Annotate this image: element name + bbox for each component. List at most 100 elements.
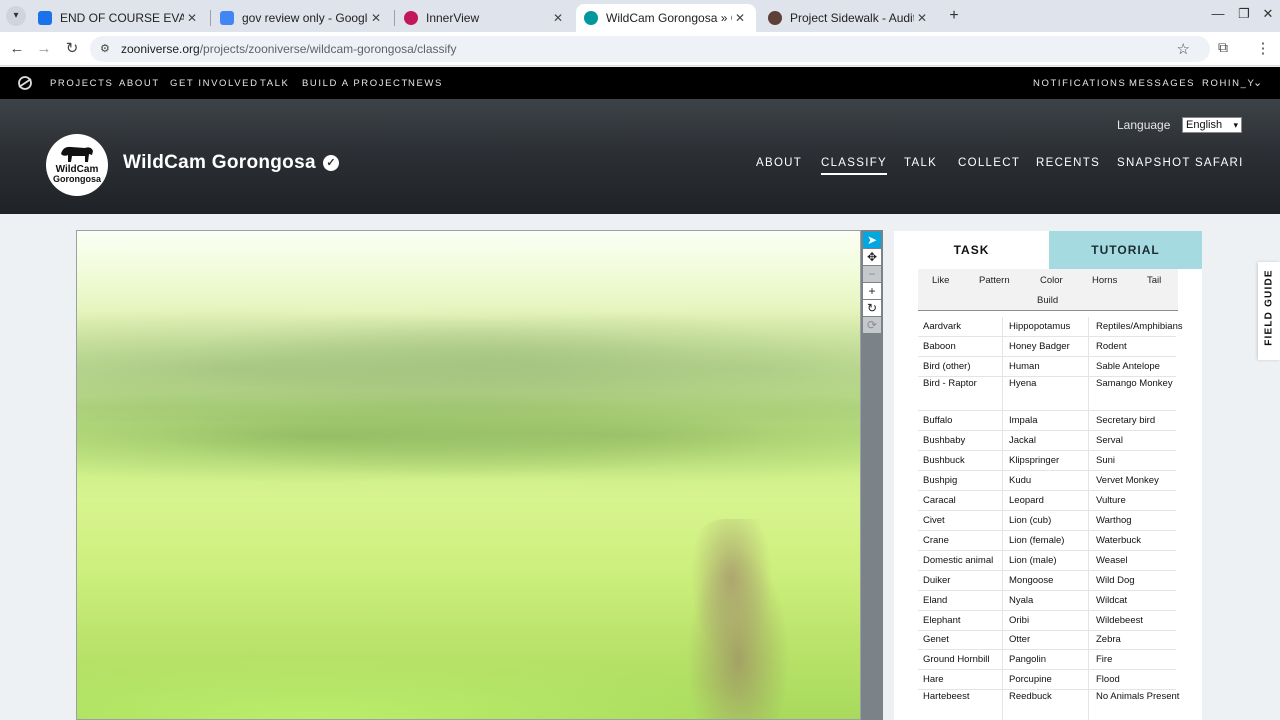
- species-option[interactable]: Zebra: [1096, 633, 1186, 647]
- back-icon[interactable]: ←: [7, 39, 27, 59]
- species-option[interactable]: Hippopotamus: [1009, 320, 1091, 334]
- forward-icon[interactable]: →: [34, 39, 54, 59]
- chevron-down-icon[interactable]: ⌄: [1253, 76, 1264, 89]
- reload-icon[interactable]: ↻: [62, 39, 82, 59]
- filter-horns[interactable]: Horns: [1092, 275, 1117, 286]
- species-option[interactable]: Wildebeest: [1096, 614, 1186, 628]
- species-option[interactable]: Baboon: [923, 340, 1005, 354]
- species-option[interactable]: Otter: [1009, 633, 1091, 647]
- species-option[interactable]: Bushbuck: [923, 454, 1005, 468]
- species-option[interactable]: Sable Antelope: [1096, 360, 1186, 374]
- minimize-icon[interactable]: —: [1208, 6, 1228, 21]
- project-nav-recents[interactable]: RECENTS: [1036, 157, 1100, 169]
- nav-about[interactable]: ABOUT: [119, 78, 160, 89]
- species-option[interactable]: Warthog: [1096, 514, 1186, 528]
- extensions-icon[interactable]: ⧉: [1213, 39, 1233, 56]
- language-select[interactable]: English ▾: [1182, 117, 1242, 133]
- browser-tab-innerview[interactable]: InnerView ✕: [396, 4, 574, 32]
- species-option[interactable]: Impala: [1009, 414, 1091, 428]
- user-menu[interactable]: ROHIN_Y: [1202, 78, 1255, 89]
- species-option[interactable]: Wild Dog: [1096, 574, 1186, 588]
- species-option[interactable]: Bushbaby: [923, 434, 1005, 448]
- species-option[interactable]: No Animals Present: [1096, 690, 1186, 704]
- filter-like[interactable]: Like: [932, 275, 949, 286]
- species-option[interactable]: Mongoose: [1009, 574, 1091, 588]
- species-option[interactable]: Bird - Raptor: [923, 377, 1005, 391]
- species-option[interactable]: Flood: [1096, 673, 1186, 687]
- species-option[interactable]: Oribi: [1009, 614, 1091, 628]
- species-option[interactable]: Klipspringer: [1009, 454, 1091, 468]
- nav-projects[interactable]: PROJECTS: [50, 78, 113, 89]
- project-nav-classify[interactable]: CLASSIFY: [821, 157, 888, 175]
- pointer-icon[interactable]: ➤: [863, 232, 881, 248]
- browser-tab-google-docs[interactable]: gov review only - Google Docs ✕: [212, 4, 392, 32]
- species-option[interactable]: Rodent: [1096, 340, 1186, 354]
- tab-task[interactable]: TASK: [894, 231, 1049, 269]
- species-option[interactable]: Vulture: [1096, 494, 1186, 508]
- nav-build-a-project[interactable]: BUILD A PROJECT: [302, 78, 409, 89]
- zoom-in-icon[interactable]: +: [863, 283, 881, 299]
- species-option[interactable]: Domestic animal: [923, 554, 1005, 568]
- species-option[interactable]: Reptiles/Amphibians: [1096, 320, 1186, 334]
- nav-news[interactable]: NEWS: [408, 78, 443, 89]
- species-option[interactable]: Caracal: [923, 494, 1005, 508]
- species-option[interactable]: Bushpig: [923, 474, 1005, 488]
- close-icon[interactable]: ✕: [914, 11, 930, 25]
- species-option[interactable]: Nyala: [1009, 594, 1091, 608]
- species-option[interactable]: Weasel: [1096, 554, 1186, 568]
- site-settings-icon[interactable]: ⚙: [100, 42, 114, 56]
- species-option[interactable]: Civet: [923, 514, 1005, 528]
- browser-tab-course-eval[interactable]: END OF COURSE EVAL ✕: [30, 4, 208, 32]
- species-option[interactable]: Hyena: [1009, 377, 1091, 391]
- zoom-out-icon[interactable]: −: [863, 266, 881, 282]
- species-option[interactable]: Secretary bird: [1096, 414, 1186, 428]
- browser-tab-sidewalk[interactable]: Project Sidewalk - Audit ✕: [760, 4, 938, 32]
- species-option[interactable]: Eland: [923, 594, 1005, 608]
- filter-build[interactable]: Build: [1037, 295, 1058, 306]
- species-option[interactable]: Wildcat: [1096, 594, 1186, 608]
- species-option[interactable]: Genet: [923, 633, 1005, 647]
- project-nav-collect[interactable]: COLLECT: [958, 157, 1020, 169]
- species-option[interactable]: Vervet Monkey: [1096, 474, 1186, 488]
- species-option[interactable]: Buffalo: [923, 414, 1005, 428]
- rotate-icon[interactable]: ↻: [863, 300, 881, 316]
- species-option[interactable]: Lion (male): [1009, 554, 1091, 568]
- species-option[interactable]: Hare: [923, 673, 1005, 687]
- species-option[interactable]: Jackal: [1009, 434, 1091, 448]
- species-option[interactable]: Honey Badger: [1009, 340, 1091, 354]
- project-nav-talk[interactable]: TALK: [904, 157, 937, 169]
- species-option[interactable]: Human: [1009, 360, 1091, 374]
- project-nav-about[interactable]: ABOUT: [756, 157, 802, 169]
- close-icon[interactable]: ✕: [184, 11, 200, 25]
- nav-talk[interactable]: TALK: [260, 78, 289, 89]
- species-option[interactable]: Porcupine: [1009, 673, 1091, 687]
- subject-image[interactable]: [76, 230, 861, 720]
- tab-search-icon[interactable]: ▾: [6, 6, 26, 26]
- species-option[interactable]: Waterbuck: [1096, 534, 1186, 548]
- species-option[interactable]: Leopard: [1009, 494, 1091, 508]
- field-guide-tab[interactable]: FIELD GUIDE: [1258, 262, 1280, 360]
- species-option[interactable]: Elephant: [923, 614, 1005, 628]
- new-tab-icon[interactable]: +: [944, 6, 964, 26]
- close-icon[interactable]: ✕: [732, 11, 748, 25]
- nav-notifications[interactable]: NOTIFICATIONS: [1033, 78, 1126, 89]
- species-option[interactable]: Lion (female): [1009, 534, 1091, 548]
- project-nav-snapshot-safari[interactable]: SNAPSHOT SAFARI: [1117, 157, 1244, 169]
- filter-pattern[interactable]: Pattern: [979, 275, 1010, 286]
- species-option[interactable]: Aardvark: [923, 320, 1005, 334]
- bookmark-star-icon[interactable]: ☆: [1177, 40, 1190, 58]
- species-option[interactable]: Ground Hornbill: [923, 653, 1005, 667]
- close-icon[interactable]: ✕: [368, 11, 384, 25]
- url-field[interactable]: ⚙ zooniverse.org/projects/zooniverse/wil…: [90, 36, 1210, 62]
- filter-color[interactable]: Color: [1040, 275, 1063, 286]
- window-close-icon[interactable]: ✕: [1258, 6, 1278, 22]
- restore-icon[interactable]: ❐: [1234, 6, 1254, 22]
- tab-tutorial[interactable]: TUTORIAL: [1049, 231, 1202, 269]
- browser-menu-icon[interactable]: ⋮: [1253, 39, 1273, 57]
- reset-icon[interactable]: ⟳: [863, 317, 881, 333]
- species-option[interactable]: Duiker: [923, 574, 1005, 588]
- species-option[interactable]: Samango Monkey: [1096, 377, 1186, 391]
- nav-messages[interactable]: MESSAGES: [1129, 78, 1195, 89]
- browser-tab-wildcam[interactable]: WildCam Gorongosa » Classify ✕: [576, 4, 756, 32]
- species-option[interactable]: Hartebeest: [923, 690, 1005, 704]
